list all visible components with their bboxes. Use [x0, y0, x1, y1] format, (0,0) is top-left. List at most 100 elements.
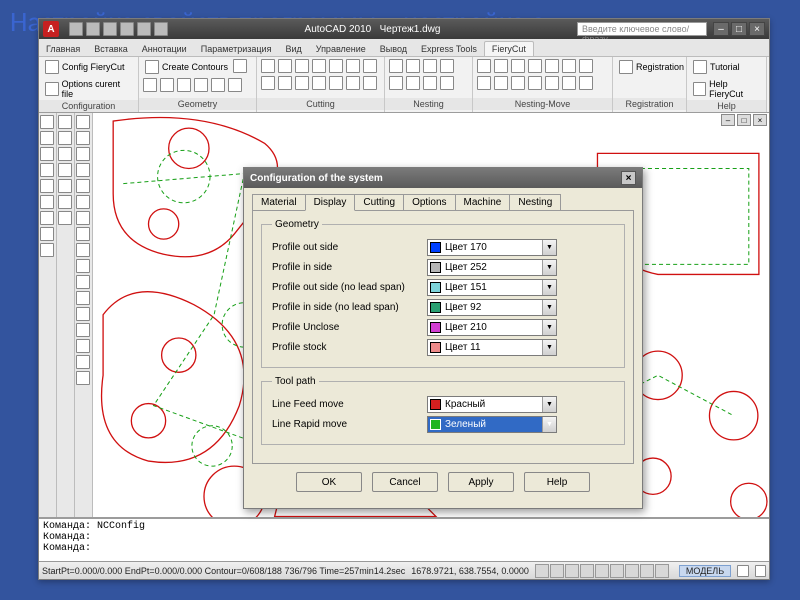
- tool-icon[interactable]: [76, 147, 90, 161]
- qat-redo-icon[interactable]: [137, 22, 151, 36]
- cut-icon[interactable]: [329, 59, 343, 73]
- close-icon[interactable]: ×: [749, 22, 765, 36]
- chevron-down-icon[interactable]: ▼: [542, 417, 556, 432]
- cut-icon[interactable]: [295, 76, 309, 90]
- tab-machine[interactable]: Machine: [455, 194, 511, 211]
- chevron-down-icon[interactable]: ▼: [542, 397, 556, 412]
- model-button[interactable]: МОДЕЛЬ: [679, 565, 731, 577]
- tab-manage[interactable]: Управление: [309, 42, 373, 56]
- tool-icon[interactable]: [58, 195, 72, 209]
- move-icon[interactable]: [528, 76, 542, 90]
- nest-icon[interactable]: [423, 76, 437, 90]
- cut-icon[interactable]: [295, 59, 309, 73]
- cut-icon[interactable]: [346, 59, 360, 73]
- nest-icon[interactable]: [440, 76, 454, 90]
- tab-insert[interactable]: Вставка: [87, 42, 134, 56]
- grid-icon[interactable]: [550, 564, 564, 578]
- tool-icon[interactable]: [76, 195, 90, 209]
- cut-icon[interactable]: [363, 59, 377, 73]
- geom-icon[interactable]: [143, 78, 157, 92]
- qat-new-icon[interactable]: [69, 22, 83, 36]
- cut-icon[interactable]: [329, 76, 343, 90]
- move-icon[interactable]: [528, 59, 542, 73]
- config-fierycut-button[interactable]: Config FieryCut: [43, 59, 127, 75]
- tool-icon[interactable]: [76, 243, 90, 257]
- mdi-close-icon[interactable]: ×: [753, 114, 767, 126]
- nest-icon[interactable]: [423, 59, 437, 73]
- tool-icon[interactable]: [58, 179, 72, 193]
- create-contours-button[interactable]: Create Contours: [143, 59, 230, 75]
- help-fierycut-button[interactable]: Help FieryCut: [691, 78, 762, 100]
- tab-options[interactable]: Options: [403, 194, 455, 211]
- tab-annotations[interactable]: Аннотации: [135, 42, 194, 56]
- tab-display[interactable]: Display: [305, 194, 356, 211]
- nest-icon[interactable]: [406, 59, 420, 73]
- dialog-close-icon[interactable]: ×: [621, 171, 636, 185]
- tool-icon[interactable]: [40, 163, 54, 177]
- chevron-down-icon[interactable]: ▼: [542, 260, 556, 275]
- color-combo[interactable]: Цвет 11▼: [427, 339, 557, 356]
- snap-icon[interactable]: [535, 564, 549, 578]
- move-icon[interactable]: [511, 76, 525, 90]
- move-icon[interactable]: [477, 76, 491, 90]
- color-combo[interactable]: Цвет 92▼: [427, 299, 557, 316]
- tool-icon[interactable]: [58, 163, 72, 177]
- registration-button[interactable]: Registration: [617, 59, 686, 75]
- tab-express[interactable]: Express Tools: [414, 42, 484, 56]
- move-icon[interactable]: [494, 59, 508, 73]
- chevron-down-icon[interactable]: ▼: [542, 240, 556, 255]
- app-logo[interactable]: A: [43, 21, 59, 37]
- color-combo[interactable]: Цвет 170▼: [427, 239, 557, 256]
- tool-icon[interactable]: [76, 355, 90, 369]
- tab-output[interactable]: Вывод: [373, 42, 414, 56]
- tool-icon[interactable]: [40, 115, 54, 129]
- geom-icon[interactable]: [160, 78, 174, 92]
- move-icon[interactable]: [579, 59, 593, 73]
- cut-icon[interactable]: [278, 59, 292, 73]
- tool-icon[interactable]: [40, 195, 54, 209]
- geom-icon[interactable]: [194, 78, 208, 92]
- nest-icon[interactable]: [440, 59, 454, 73]
- geom-icon[interactable]: [211, 78, 225, 92]
- nest-icon[interactable]: [406, 76, 420, 90]
- qp-icon[interactable]: [655, 564, 669, 578]
- help-button[interactable]: Help: [524, 472, 590, 492]
- cut-icon[interactable]: [363, 76, 377, 90]
- cut-icon[interactable]: [261, 59, 275, 73]
- move-icon[interactable]: [511, 59, 525, 73]
- dyn-icon[interactable]: [625, 564, 639, 578]
- tool-icon[interactable]: [58, 211, 72, 225]
- tab-fierycut[interactable]: FieryCut: [484, 41, 534, 56]
- chevron-down-icon[interactable]: ▼: [542, 340, 556, 355]
- color-combo[interactable]: Зеленый▼: [427, 416, 557, 433]
- move-icon[interactable]: [477, 59, 491, 73]
- move-icon[interactable]: [545, 59, 559, 73]
- move-icon[interactable]: [545, 76, 559, 90]
- polar-icon[interactable]: [580, 564, 594, 578]
- tool-icon[interactable]: [76, 115, 90, 129]
- color-combo[interactable]: Цвет 151▼: [427, 279, 557, 296]
- chevron-down-icon[interactable]: ▼: [542, 280, 556, 295]
- dialog-titlebar[interactable]: Configuration of the system ×: [244, 168, 642, 188]
- cut-icon[interactable]: [278, 76, 292, 90]
- tab-view[interactable]: Вид: [278, 42, 308, 56]
- tool-icon[interactable]: [58, 115, 72, 129]
- tool-icon[interactable]: [40, 147, 54, 161]
- move-icon[interactable]: [562, 76, 576, 90]
- tool-icon[interactable]: [76, 227, 90, 241]
- tool-icon[interactable]: [76, 259, 90, 273]
- mdi-max-icon[interactable]: □: [737, 114, 751, 126]
- move-icon[interactable]: [494, 76, 508, 90]
- otrack-icon[interactable]: [610, 564, 624, 578]
- tool-icon[interactable]: [76, 163, 90, 177]
- tool-icon[interactable]: [76, 371, 90, 385]
- tool-icon[interactable]: [58, 131, 72, 145]
- tool-icon[interactable]: [40, 243, 54, 257]
- nest-icon[interactable]: [389, 76, 403, 90]
- tab-material[interactable]: Material: [252, 194, 306, 211]
- tool-icon[interactable]: [76, 179, 90, 193]
- tool-icon[interactable]: [76, 291, 90, 305]
- status-ext-icon[interactable]: [737, 565, 748, 577]
- options-file-button[interactable]: Options curent file: [43, 78, 134, 100]
- minimize-icon[interactable]: ‒: [713, 22, 729, 36]
